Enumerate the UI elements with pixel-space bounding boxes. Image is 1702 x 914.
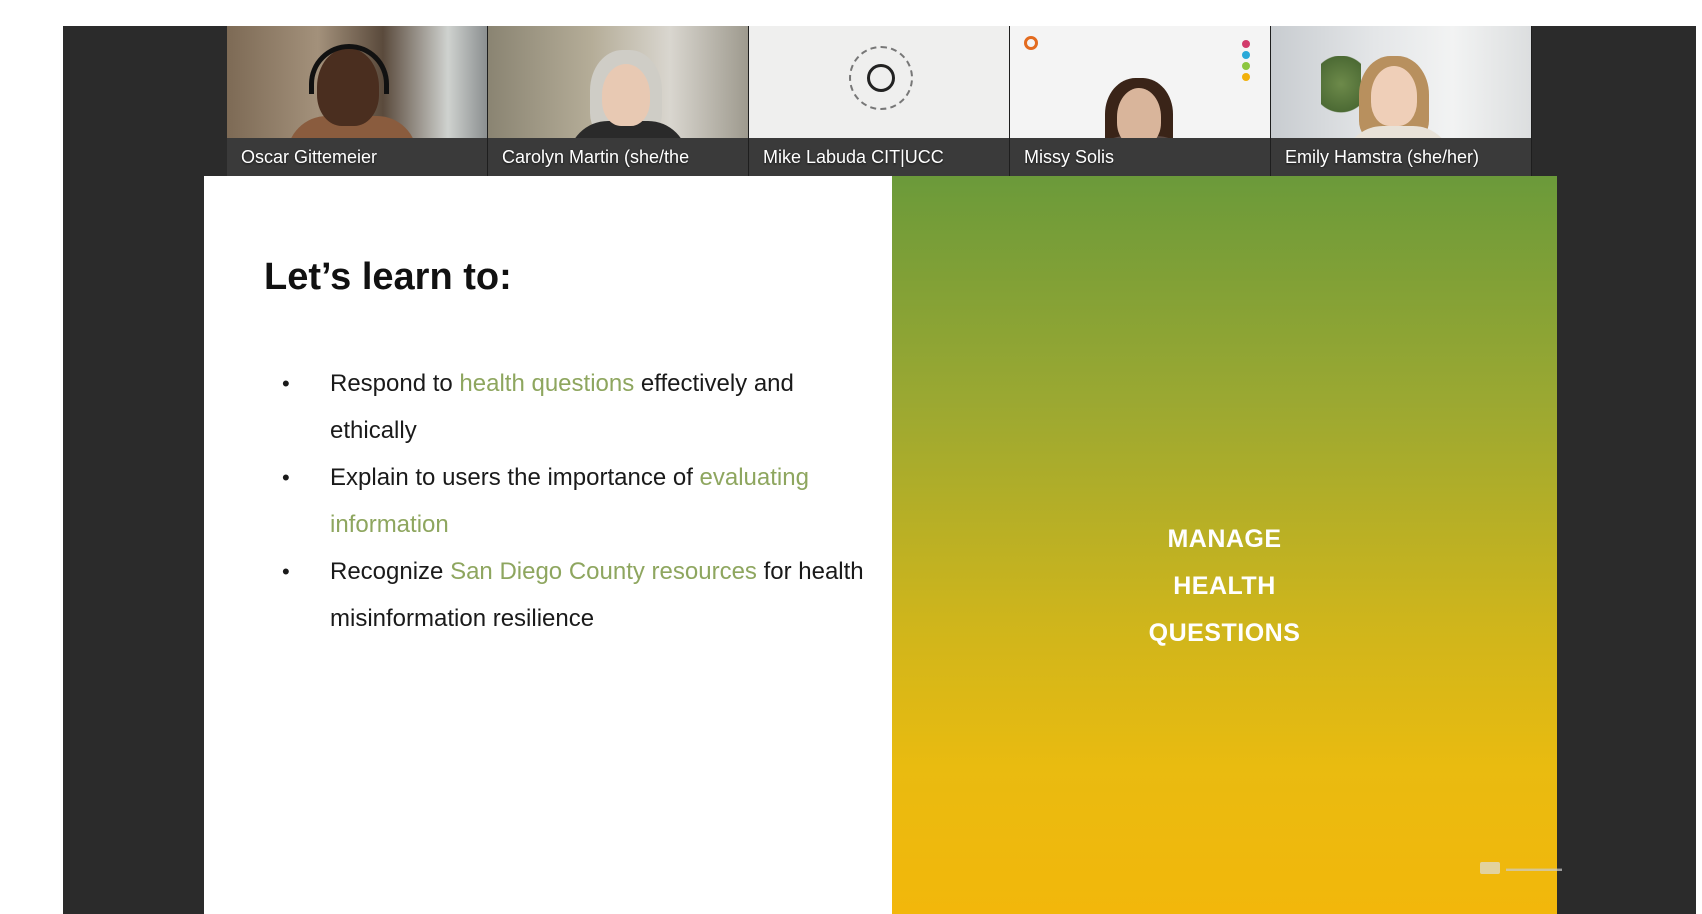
organization-logo-icon bbox=[1024, 36, 1038, 50]
participant-avatar bbox=[749, 26, 1009, 138]
panel-line: MANAGE bbox=[1167, 525, 1282, 553]
meeting-window: Oscar Gittemeier Carolyn Martin (she/the… bbox=[63, 26, 1696, 914]
organization-seal-icon bbox=[849, 46, 913, 110]
participant-video bbox=[1010, 26, 1270, 176]
panel-title: MANAGE HEALTH QUESTIONS bbox=[892, 516, 1557, 657]
bullet-list: Respond to health questions effectively … bbox=[264, 360, 874, 642]
bullet-item: Explain to users the importance of evalu… bbox=[264, 454, 874, 548]
participant-figure bbox=[1371, 66, 1417, 126]
plant-icon bbox=[1321, 56, 1361, 126]
participant-figure bbox=[602, 64, 650, 126]
participant-name: Missy Solis bbox=[1024, 147, 1115, 167]
color-dots bbox=[1242, 40, 1250, 84]
watermark-logo: ▬▬▬▬▬▬▬ bbox=[1480, 862, 1600, 874]
participant-strip: Oscar Gittemeier Carolyn Martin (she/the… bbox=[227, 26, 1532, 176]
participant-name: Oscar Gittemeier bbox=[241, 147, 378, 167]
panel-line: QUESTIONS bbox=[1148, 619, 1301, 647]
logo-scribble: ▬▬▬▬▬▬▬ bbox=[1506, 863, 1562, 873]
slide-heading: Let’s learn to: bbox=[264, 256, 512, 298]
seal-emblem-icon bbox=[867, 64, 895, 92]
shared-slide: Let’s learn to: Respond to health questi… bbox=[204, 176, 1557, 914]
bullet-item: Respond to health questions effectively … bbox=[264, 360, 874, 454]
slide-title-panel: MANAGE HEALTH QUESTIONS bbox=[892, 176, 1557, 914]
participant-video bbox=[227, 26, 487, 156]
logo-mark-icon bbox=[1480, 862, 1500, 874]
participant-name: Emily Hamstra (she/her) bbox=[1285, 147, 1480, 167]
participant-name: Carolyn Martin (she/the bbox=[502, 147, 690, 167]
headset-icon bbox=[309, 44, 389, 94]
participant-video bbox=[488, 26, 748, 161]
panel-line: HEALTH bbox=[1173, 572, 1276, 600]
bullet-item: Recognize San Diego County resources for… bbox=[264, 548, 874, 642]
participant-tile-carolyn[interactable]: Carolyn Martin (she/the bbox=[488, 26, 749, 176]
participant-tile-mike[interactable]: Mike Labuda CIT|UCC bbox=[749, 26, 1010, 176]
slide-content: Let’s learn to: Respond to health questi… bbox=[204, 176, 892, 914]
participant-tile-oscar[interactable]: Oscar Gittemeier bbox=[227, 26, 488, 176]
participant-tile-missy[interactable]: Missy Solis bbox=[1010, 26, 1271, 176]
participant-tile-emily[interactable]: Emily Hamstra (she/her) bbox=[1271, 26, 1532, 176]
participant-video bbox=[1271, 26, 1531, 166]
participant-name: Mike Labuda CIT|UCC bbox=[763, 147, 944, 167]
